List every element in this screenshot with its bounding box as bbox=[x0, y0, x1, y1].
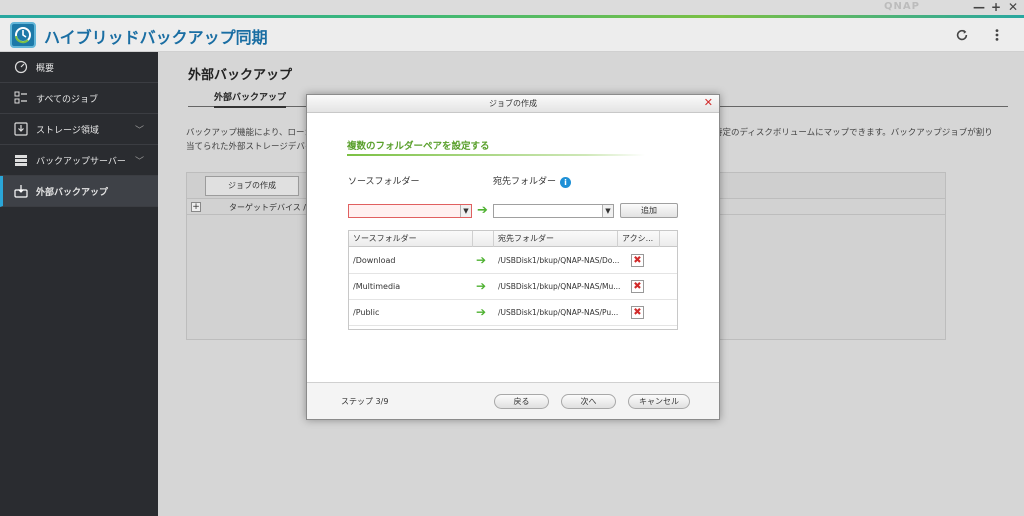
dialog-footer: ステップ 3/9 戻る 次へ キャンセル bbox=[307, 383, 719, 421]
sidebar-item-backup-server[interactable]: バックアップサーバー ﹀ bbox=[0, 145, 158, 176]
row-dest: /USBDisk1/bkup/QNAP-NAS/Pu... bbox=[498, 308, 619, 317]
arrow-right-icon: ➔ bbox=[476, 279, 487, 293]
sidebar-item-external-backup[interactable]: 外部バックアップ bbox=[0, 176, 158, 207]
delete-icon[interactable]: ✖ bbox=[631, 280, 644, 293]
sidebar-item-label: 外部バックアップ bbox=[36, 187, 109, 198]
dialog-title: ジョブの作成 ✕ bbox=[307, 95, 719, 113]
table-header: ソースフォルダー 宛先フォルダー アクシ... bbox=[349, 231, 677, 247]
qnap-brand-logo: QNAP bbox=[884, 1, 920, 12]
minimize-button[interactable]: — bbox=[972, 0, 986, 14]
step-heading: 複数のフォルダーペアを設定する bbox=[347, 141, 490, 152]
chevron-down-icon[interactable]: ▼ bbox=[602, 205, 613, 217]
server-icon bbox=[15, 155, 27, 166]
external-backup-icon bbox=[14, 185, 28, 198]
table-row: /Download ➔ /USBDisk1/bkup/QNAP-NAS/Do..… bbox=[349, 248, 677, 274]
app-logo-icon bbox=[15, 27, 31, 44]
folder-pair-table: ソースフォルダー 宛先フォルダー アクシ... /Download ➔ /USB… bbox=[348, 230, 678, 330]
app-logo bbox=[10, 22, 36, 48]
step-indicator: ステップ 3/9 bbox=[341, 397, 389, 406]
dest-folder-label: 宛先フォルダー bbox=[493, 177, 557, 187]
table-row: /Multimedia ➔ /USBDisk1/bkup/QNAP-NAS/Mu… bbox=[349, 274, 677, 300]
delete-icon[interactable]: ✖ bbox=[631, 254, 644, 267]
column-arrow bbox=[473, 231, 494, 247]
column-target-device: ターゲットデバイス / シ bbox=[229, 203, 317, 212]
chevron-down-icon[interactable]: ﹀ bbox=[135, 123, 144, 136]
more-vert-icon[interactable] bbox=[989, 28, 1005, 44]
add-button[interactable]: 追加 bbox=[620, 203, 678, 218]
expand-icon[interactable]: + bbox=[191, 202, 201, 212]
app-header: ハイブリッドバックアップ同期 bbox=[0, 18, 1024, 52]
column-source-folder: ソースフォルダー bbox=[349, 231, 473, 247]
dashboard-icon bbox=[14, 60, 28, 74]
storage-icon bbox=[14, 122, 28, 136]
sidebar-item-label: ストレージ領域 bbox=[36, 125, 99, 136]
row-source: /Download bbox=[353, 256, 396, 265]
sidebar-item-all-jobs[interactable]: すべてのジョブ bbox=[0, 83, 158, 114]
tab-external-backup[interactable]: 外部バックアップ bbox=[214, 90, 287, 108]
sidebar-item-overview[interactable]: 概要 bbox=[0, 52, 158, 83]
page-title: 外部バックアップ bbox=[188, 68, 293, 83]
back-button[interactable]: 戻る bbox=[494, 394, 549, 409]
row-source: /Multimedia bbox=[353, 282, 401, 291]
cancel-button[interactable]: キャンセル bbox=[628, 394, 690, 409]
arrow-right-icon: ➔ bbox=[476, 253, 487, 267]
sidebar-item-label: 概要 bbox=[36, 63, 55, 74]
row-dest: /USBDisk1/bkup/QNAP-NAS/Mu... bbox=[498, 282, 621, 291]
row-source: /Public bbox=[353, 308, 380, 317]
info-icon[interactable]: i bbox=[560, 177, 572, 188]
refresh-icon[interactable] bbox=[954, 28, 970, 44]
source-folder-label: ソースフォルダー bbox=[348, 177, 420, 187]
job-list-icon bbox=[14, 91, 27, 104]
dialog-body: 複数のフォルダーペアを設定する ソースフォルダー 宛先フォルダー i ▼ ➔ ▼ … bbox=[307, 113, 719, 383]
next-button[interactable]: 次へ bbox=[561, 394, 616, 409]
maximize-button[interactable]: + bbox=[989, 0, 1003, 14]
row-dest: /USBDisk1/bkup/QNAP-NAS/Do... bbox=[498, 256, 620, 265]
close-icon[interactable]: ✕ bbox=[704, 96, 713, 110]
source-folder-select[interactable]: ▼ bbox=[348, 204, 472, 218]
dialog-title-text: ジョブの作成 bbox=[489, 99, 537, 108]
heading-underline bbox=[347, 154, 645, 156]
window-top-strip: QNAP — + ✕ bbox=[0, 0, 1024, 18]
dest-folder-select[interactable]: ▼ bbox=[493, 204, 614, 218]
column-action: アクシ... bbox=[618, 231, 660, 247]
dest-folder-label-wrap: 宛先フォルダー i bbox=[493, 174, 572, 188]
sidebar-item-label: すべてのジョブ bbox=[36, 94, 99, 105]
sidebar: 概要 すべてのジョブ ストレージ領域 ﹀ バックアップサーバー ﹀ 外部バックア… bbox=[0, 52, 158, 516]
description-text-right: 特定のディスクボリュームにマップできます。バックアップジョブが割り bbox=[714, 128, 993, 138]
create-job-dialog: ジョブの作成 ✕ 複数のフォルダーペアを設定する ソースフォルダー 宛先フォルダ… bbox=[306, 94, 720, 420]
chevron-down-icon[interactable]: ▼ bbox=[460, 205, 471, 217]
delete-icon[interactable]: ✖ bbox=[631, 306, 644, 319]
column-dest-folder: 宛先フォルダー bbox=[494, 231, 618, 247]
chevron-down-icon[interactable]: ﹀ bbox=[135, 154, 144, 167]
arrow-right-icon: ➔ bbox=[477, 203, 488, 218]
arrow-right-icon: ➔ bbox=[476, 305, 487, 319]
app-title: ハイブリッドバックアップ同期 bbox=[44, 28, 268, 47]
table-row: /Public ➔ /USBDisk1/bkup/QNAP-NAS/Pu... … bbox=[349, 300, 677, 326]
create-job-button[interactable]: ジョブの作成 bbox=[205, 176, 299, 196]
sidebar-item-storage[interactable]: ストレージ領域 ﹀ bbox=[0, 114, 158, 145]
sidebar-item-label: バックアップサーバー bbox=[36, 156, 126, 167]
close-window-button[interactable]: ✕ bbox=[1006, 0, 1020, 14]
